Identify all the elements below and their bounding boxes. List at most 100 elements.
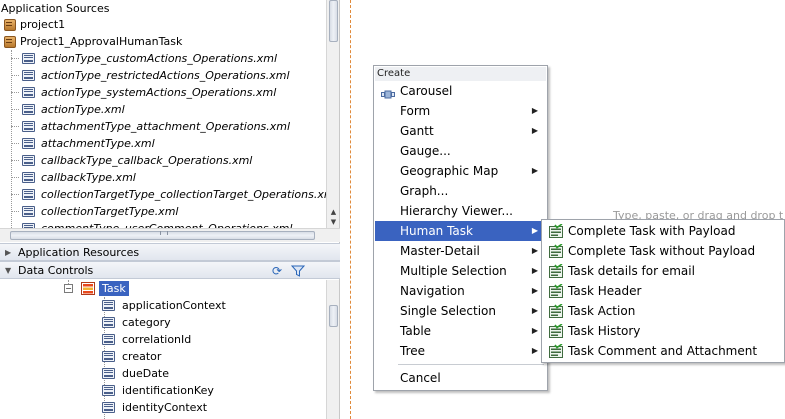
tree-item-label: attachmentType.xml xyxy=(41,137,155,150)
menu-item-label: Gantt xyxy=(400,124,434,138)
filter-icon[interactable] xyxy=(291,265,305,277)
tree-item-file[interactable]: attachmentType_attachment_Operations.xml xyxy=(0,118,324,135)
submenu-item-label: Task Action xyxy=(568,304,636,318)
task-form-icon xyxy=(549,243,563,258)
menu-item-label: Table xyxy=(400,324,432,338)
menu-item-gantt[interactable]: Gantt ▶ xyxy=(375,121,546,141)
tree-item-file[interactable]: actionType_systemActions_Operations.xml xyxy=(0,84,324,101)
data-controls-vertical-scrollbar[interactable] xyxy=(326,280,339,419)
tree-item-label: identificationKey xyxy=(122,384,214,397)
submenu-item-label: Task Comment and Attachment xyxy=(568,344,758,358)
tree-guide-line xyxy=(11,160,19,161)
refresh-icon[interactable]: ⟳ xyxy=(272,265,286,277)
tree-guide-line xyxy=(11,177,19,178)
sources-horizontal-scrollbar[interactable] xyxy=(0,228,340,242)
submenu-arrow-icon: ▶ xyxy=(531,266,538,275)
submenu-arrow-icon: ▶ xyxy=(531,286,538,295)
tree-item-file[interactable]: actionType.xml xyxy=(0,101,324,118)
tree-guide-line xyxy=(11,58,19,59)
menu-item-label: Form xyxy=(400,104,431,118)
submenu-arrow-icon: ▶ xyxy=(531,126,538,135)
scroll-down-icon[interactable]: ▼ xyxy=(329,218,338,226)
menu-item-label: Graph... xyxy=(400,184,449,198)
tree-item-file[interactable]: attachmentType.xml xyxy=(0,135,324,152)
submenu-item-label: Task Header xyxy=(568,284,642,298)
expanded-arrow-icon: ▼ xyxy=(5,266,12,275)
attribute-icon xyxy=(102,385,115,396)
data-controls-label: Data Controls xyxy=(18,264,94,277)
tree-item-label: actionType_restrictedActions_Operations.… xyxy=(41,69,290,82)
tree-item-label: dueDate xyxy=(122,367,170,380)
submenu-item-task-action[interactable]: Task Action xyxy=(543,301,785,321)
menu-item-human-task[interactable]: Human Task ▶ xyxy=(375,221,546,241)
scrollbar-thumb[interactable] xyxy=(329,305,338,327)
menu-item-form[interactable]: Form ▶ xyxy=(375,101,546,121)
menu-item-gauge[interactable]: Gauge... xyxy=(375,141,546,161)
submenu-arrow-icon: ▶ xyxy=(531,326,538,335)
submenu-item-task-history[interactable]: Task History xyxy=(543,321,785,341)
data-control-icon xyxy=(81,282,95,295)
menu-item-hierarchy-viewer[interactable]: Hierarchy Viewer... xyxy=(375,201,546,221)
application-resources-header[interactable]: ▶ Application Resources xyxy=(0,243,340,261)
menu-item-label: Master-Detail xyxy=(400,244,480,258)
data-controls-header[interactable]: ▼ Data Controls ⟳ xyxy=(0,261,340,279)
menu-item-carousel[interactable]: Carousel xyxy=(375,81,546,101)
sources-vertical-scrollbar[interactable]: ▲ ▼ xyxy=(326,0,339,228)
submenu-item-task-comment-and-attachment[interactable]: Task Comment and Attachment xyxy=(543,341,785,361)
menu-item-multiple-selection[interactable]: Multiple Selection ▶ xyxy=(375,261,546,281)
tree-item-label: attachmentType_attachment_Operations.xml xyxy=(41,120,291,133)
menu-item-geographic-map[interactable]: Geographic Map ▶ xyxy=(375,161,546,181)
task-form-icon xyxy=(549,343,563,358)
submenu-item-label: Complete Task with Payload xyxy=(568,224,736,238)
attribute-icon xyxy=(102,300,115,311)
tree-item-project1[interactable]: project1 xyxy=(0,16,320,33)
xml-file-icon xyxy=(22,155,35,166)
scroll-up-icon[interactable]: ▲ xyxy=(329,208,338,216)
tree-item-file[interactable]: actionType_restrictedActions_Operations.… xyxy=(0,67,324,84)
menu-item-tree[interactable]: Tree ▶ xyxy=(375,341,546,361)
submenu-item-task-details-for-email[interactable]: Task details for email xyxy=(543,261,785,281)
menu-item-single-selection[interactable]: Single Selection ▶ xyxy=(375,301,546,321)
attribute-icon xyxy=(102,402,115,413)
menu-header: Create xyxy=(375,67,546,81)
tree-item-label: actionType_systemActions_Operations.xml xyxy=(41,86,277,99)
tree-item-file[interactable]: actionType_customActions_Operations.xml xyxy=(0,50,324,67)
submenu-item-complete-task-without-payload[interactable]: Complete Task without Payload xyxy=(543,241,785,261)
data-controls-tree: − Task applicationContext category correla… xyxy=(0,280,340,419)
task-form-icon xyxy=(549,323,563,338)
tree-item-file[interactable]: callbackType_callback_Operations.xml xyxy=(0,152,324,169)
menu-item-label: Geographic Map xyxy=(400,164,499,178)
submenu-item-complete-task-with-payload[interactable]: Complete Task with Payload xyxy=(543,221,785,241)
tree-item-file[interactable]: callbackType.xml xyxy=(0,169,324,186)
scrollbar-grip xyxy=(160,231,168,235)
tree-item-file[interactable]: collectionTargetType.xml xyxy=(0,203,324,220)
tree-item-label: applicationContext xyxy=(122,299,226,312)
scrollbar-thumb[interactable] xyxy=(329,0,338,42)
attribute-icon xyxy=(102,368,115,379)
menu-item-label: Navigation xyxy=(400,284,465,298)
tree-item-project1-approvalhumantask[interactable]: Project1_ApprovalHumanTask xyxy=(0,33,320,50)
tree-item-label: identityContext xyxy=(122,401,208,414)
submenu-item-task-header[interactable]: Task Header xyxy=(543,281,785,301)
editor-splitter[interactable] xyxy=(350,0,351,419)
tree-item-file[interactable]: commentType_userComment_Operations.xml xyxy=(0,220,324,228)
tree-item-label: commentType_userComment_Operations.xml xyxy=(41,220,292,228)
tree-guide-line xyxy=(11,109,19,110)
xml-file-icon xyxy=(22,87,35,98)
tree-item-label: creator xyxy=(122,350,162,363)
collapse-toggle-icon[interactable]: − xyxy=(64,284,73,293)
xml-file-icon xyxy=(22,104,35,115)
xml-file-icon xyxy=(22,206,35,217)
tree-item-file[interactable]: collectionTargetType_collectionTarget_Op… xyxy=(0,186,338,203)
menu-item-cancel[interactable]: Cancel xyxy=(375,368,546,388)
submenu-arrow-icon: ▶ xyxy=(531,306,538,315)
tree-item-label: project1 xyxy=(20,18,66,31)
tree-item-label: category xyxy=(122,316,171,329)
menu-item-master-detail[interactable]: Master-Detail ▶ xyxy=(375,241,546,261)
submenu-arrow-icon: ▶ xyxy=(531,346,538,355)
menu-item-table[interactable]: Table ▶ xyxy=(375,321,546,341)
menu-item-graph[interactable]: Graph... xyxy=(375,181,546,201)
menu-item-label: Carousel xyxy=(400,84,453,98)
human-task-submenu: Complete Task with Payload Complete Task … xyxy=(541,219,785,363)
menu-item-navigation[interactable]: Navigation ▶ xyxy=(375,281,546,301)
